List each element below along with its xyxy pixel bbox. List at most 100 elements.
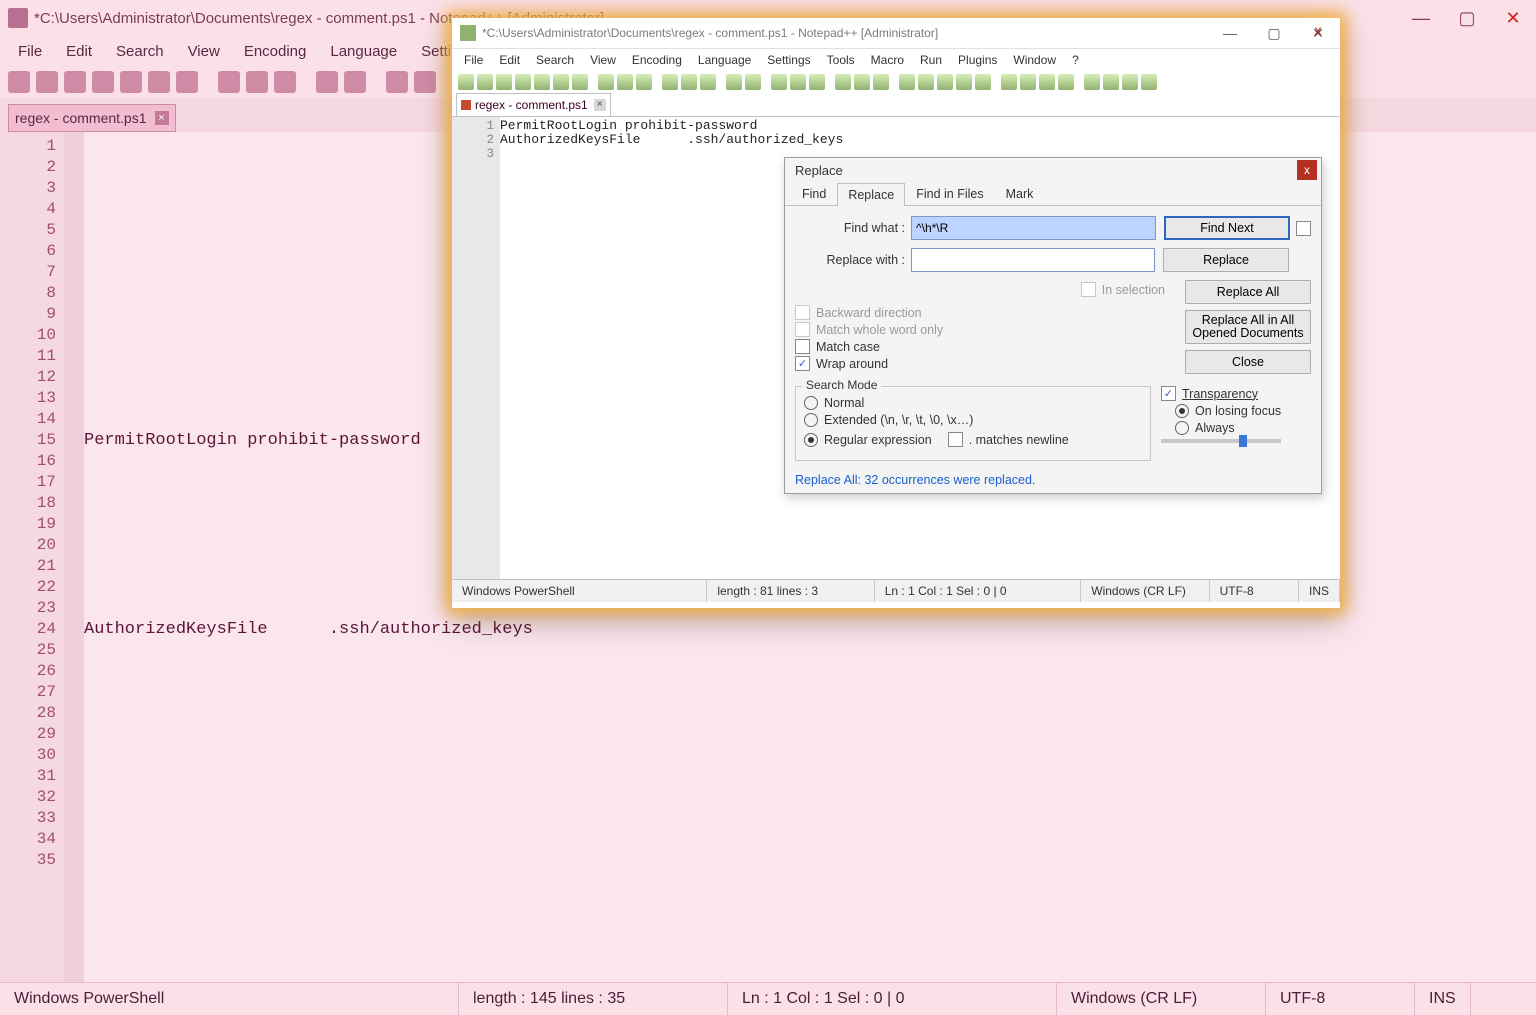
find-next-extra-checkbox[interactable] [1296,221,1311,236]
replace-with-input[interactable] [911,248,1155,272]
save-icon[interactable] [64,71,86,93]
maximize-button[interactable]: ▢ [1252,18,1296,48]
toolbar-icon[interactable] [1058,74,1074,90]
toolbar-icon[interactable] [572,74,588,90]
maximize-button[interactable]: ▢ [1444,0,1490,36]
cut-icon[interactable] [218,71,240,93]
radio-regex[interactable] [804,433,818,447]
toolbar-icon[interactable] [617,74,633,90]
dot-newline-checkbox[interactable] [948,432,963,447]
toolbar-icon[interactable] [1103,74,1119,90]
toolbar-icon[interactable] [1020,74,1036,90]
toolbar-icon[interactable] [809,74,825,90]
close-button[interactable]: Close [1185,350,1311,374]
menu-tools[interactable]: Tools [819,51,863,69]
slider-thumb-icon[interactable] [1239,435,1247,447]
front-file-tab[interactable]: regex - comment.ps1 × [456,93,611,116]
undo-icon[interactable] [316,71,338,93]
replace-button[interactable]: Replace [1163,248,1289,272]
toolbar-icon[interactable] [496,74,512,90]
toolbar-icon[interactable] [899,74,915,90]
toolbar-icon[interactable] [726,74,742,90]
replace-all-button[interactable]: Replace All [1185,280,1311,304]
close-file-icon[interactable]: x [1302,20,1334,40]
redo-icon[interactable] [344,71,366,93]
front-editor[interactable]: 123 PermitRootLogin prohibit-password Au… [452,116,1340,579]
toolbar-icon[interactable] [937,74,953,90]
wrap-around-checkbox[interactable]: ✓ [795,356,810,371]
find-what-input[interactable] [911,216,1156,240]
print-icon[interactable] [176,71,198,93]
paste-icon[interactable] [274,71,296,93]
menu-help[interactable]: ? [1064,51,1087,69]
menu-file[interactable]: File [6,39,54,64]
tab-close-icon[interactable]: × [594,99,606,111]
toolbar-icon[interactable] [956,74,972,90]
menu-file[interactable]: File [456,51,491,69]
toolbar-icon[interactable] [1084,74,1100,90]
menu-plugins[interactable]: Plugins [950,51,1005,69]
tab-mark[interactable]: Mark [995,182,1045,205]
toolbar-icon[interactable] [662,74,678,90]
toolbar-icon[interactable] [700,74,716,90]
tab-find[interactable]: Find [791,182,837,205]
menu-encoding[interactable]: Encoding [624,51,690,69]
radio-on-losing-focus[interactable] [1175,404,1189,418]
toolbar-icon[interactable] [835,74,851,90]
toolbar-icon[interactable] [636,74,652,90]
menu-view[interactable]: View [176,39,232,64]
toolbar-icon[interactable] [534,74,550,90]
dialog-titlebar[interactable]: Replace x [785,158,1321,182]
dialog-close-button[interactable]: x [1297,160,1317,180]
toolbar-icon[interactable] [1001,74,1017,90]
menu-settings[interactable]: Settings [759,51,818,69]
copy-icon[interactable] [246,71,268,93]
toolbar-icon[interactable] [1039,74,1055,90]
toolbar-icon[interactable] [918,74,934,90]
radio-extended[interactable] [804,413,818,427]
radio-normal[interactable] [804,396,818,410]
replace-icon[interactable] [414,71,436,93]
close-button[interactable]: ✕ [1490,0,1536,36]
tab-find-in-files[interactable]: Find in Files [905,182,994,205]
menu-window[interactable]: Window [1005,51,1064,69]
toolbar-icon[interactable] [873,74,889,90]
match-case-checkbox[interactable] [795,339,810,354]
menu-language[interactable]: Language [690,51,759,69]
toolbar-icon[interactable] [515,74,531,90]
find-next-button[interactable]: Find Next [1164,216,1290,240]
back-file-tab[interactable]: regex - comment.ps1 × [8,104,176,132]
menu-macro[interactable]: Macro [863,51,912,69]
new-icon[interactable] [8,71,30,93]
toolbar-icon[interactable] [790,74,806,90]
transparency-checkbox[interactable]: ✓ [1161,386,1176,401]
toolbar-icon[interactable] [458,74,474,90]
open-icon[interactable] [36,71,58,93]
replace-all-docs-button[interactable]: Replace All in All Opened Documents [1185,310,1311,344]
minimize-button[interactable]: — [1398,0,1444,36]
toolbar-icon[interactable] [477,74,493,90]
transparency-slider[interactable] [1161,439,1281,443]
menu-encoding[interactable]: Encoding [232,39,319,64]
radio-always[interactable] [1175,421,1189,435]
toolbar-icon[interactable] [1141,74,1157,90]
toolbar-icon[interactable] [598,74,614,90]
toolbar-icon[interactable] [681,74,697,90]
toolbar-icon[interactable] [854,74,870,90]
minimize-button[interactable]: — [1208,18,1252,48]
tab-close-icon[interactable]: × [155,111,169,125]
close-all-icon[interactable] [148,71,170,93]
menu-search[interactable]: Search [528,51,582,69]
close-file-icon[interactable] [120,71,142,93]
menu-edit[interactable]: Edit [491,51,528,69]
menu-view[interactable]: View [582,51,624,69]
toolbar-icon[interactable] [975,74,991,90]
menu-search[interactable]: Search [104,39,176,64]
save-all-icon[interactable] [92,71,114,93]
find-icon[interactable] [386,71,408,93]
toolbar-icon[interactable] [745,74,761,90]
toolbar-icon[interactable] [553,74,569,90]
menu-language[interactable]: Language [318,39,409,64]
tab-replace[interactable]: Replace [837,183,905,206]
toolbar-icon[interactable] [771,74,787,90]
